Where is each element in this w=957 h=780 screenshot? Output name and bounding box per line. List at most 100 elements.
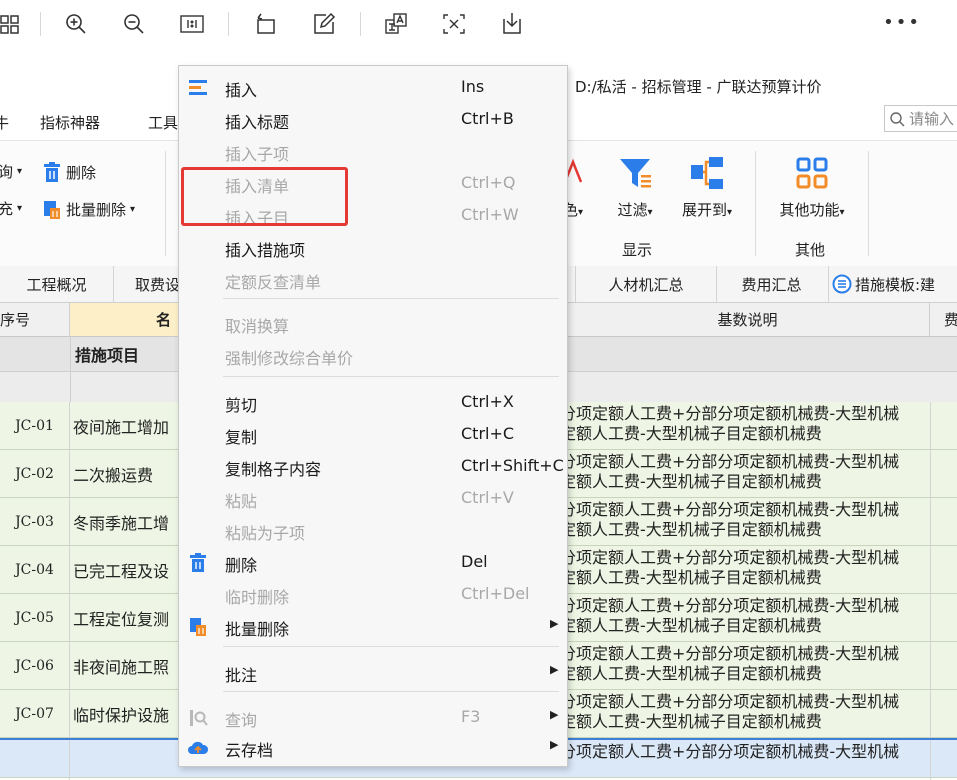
desc-line: 分项定额人工费+分部分项定额机械费-大型机械 [560, 548, 900, 567]
zoom-out-icon[interactable] [118, 8, 150, 40]
ribbon-divider [868, 151, 869, 256]
more-options-icon[interactable]: ••• [883, 12, 921, 33]
toolbar-divider [40, 12, 41, 36]
row-name: 工程定位复测 [73, 610, 170, 629]
query-button[interactable]: 询 ▾ [0, 161, 22, 182]
row-name: 非夜间施工照 [73, 658, 170, 677]
dropdown-arrow-icon: ▾ [647, 207, 653, 218]
screenshot-text-icon[interactable] [438, 8, 470, 40]
column-header-fee[interactable]: 费 [930, 303, 957, 336]
submenu-arrow-icon: ▶ [550, 663, 559, 676]
menu-label: 批量删除 [225, 620, 290, 639]
row-fee-cell [930, 642, 957, 690]
tab-label: 人材机汇总 [608, 275, 684, 294]
menu-label: 插入标题 [225, 113, 290, 132]
grid-view-icon[interactable] [0, 8, 26, 40]
menu-shortcut: Ctrl+Q [461, 173, 516, 192]
dropdown-arrow-icon: ▾ [17, 166, 23, 177]
actual-size-icon[interactable] [176, 8, 208, 40]
row-name: 已完工程及设 [73, 562, 170, 581]
toolbar-divider [360, 12, 361, 36]
tab-cost-summary[interactable]: 费用汇总 [715, 266, 829, 302]
desc-line: 定额人工费-大型机械子目定额机械费 [560, 712, 822, 731]
menu-item-insert-measure[interactable]: 插入措施项 [179, 231, 567, 263]
menu-item-paste[interactable]: 粘贴 Ctrl+V [179, 482, 567, 514]
batch-delete-button[interactable]: 批量删除 ▾ [42, 198, 135, 220]
row-name: 二次搬运费 [73, 466, 154, 485]
edit-icon[interactable] [308, 8, 340, 40]
fill-label: 充 [0, 200, 14, 218]
expand-to-button[interactable]: 展开到▾ [672, 155, 742, 220]
menu-item-paste-as-child[interactable]: 粘贴为子项 [179, 514, 567, 546]
zoom-in-icon[interactable] [60, 8, 92, 40]
menu-label: 临时删除 [225, 588, 290, 607]
menu-item-force-unit-price[interactable]: 强制修改综合单价 [179, 339, 567, 371]
menu-item-insert-subitem[interactable]: 插入子项 [179, 135, 567, 167]
tab-labor-material-summary[interactable]: 人材机汇总 [575, 266, 717, 302]
menu-item-insert-title[interactable]: 插入标题 Ctrl+B [179, 103, 567, 135]
desc-line: 分项定额人工费+分部分项定额机械费-大型机械 [560, 500, 900, 519]
measure-template-selector[interactable]: 措施模板:建 [828, 266, 957, 302]
row-name: 冬雨季施工增 [73, 514, 170, 533]
tab-project-overview[interactable]: 工程概况 [0, 266, 114, 302]
menu-label: 复制格子内容 [225, 460, 322, 479]
menu-item-temp-delete[interactable]: 临时删除 Ctrl+Del [179, 578, 567, 610]
other-functions-button[interactable]: 其他功能▾ [768, 155, 856, 220]
column-header-seq[interactable]: 序号 [0, 303, 70, 336]
dropdown-arrow-icon: ▾ [577, 207, 584, 218]
column-header-base-desc[interactable]: 基数说明 [566, 303, 930, 336]
row-code [0, 740, 70, 780]
context-menu: 插入 Ins 插入标题 Ctrl+B 插入子项 插入清单 Ctrl+Q 插入子目… [178, 65, 568, 767]
section-title: 措施项目 [70, 337, 139, 371]
menu-item-copy-cell[interactable]: 复制格子内容 Ctrl+Shift+C [179, 450, 567, 482]
ribbon-divider [755, 151, 756, 256]
row-code: JC-01 [0, 402, 70, 450]
search-input[interactable]: 请输入 [884, 105, 957, 132]
menu-item-query[interactable]: 查询 F3 ▶ [179, 701, 567, 733]
other-functions-label: 其他功能 [779, 201, 840, 219]
download-icon[interactable] [496, 8, 528, 40]
search-placeholder: 请输入 [909, 110, 955, 128]
column-header-name[interactable]: 名 [70, 303, 190, 336]
delete-button[interactable]: 删除 [42, 161, 96, 183]
menu-item-insert[interactable]: 插入 Ins [179, 71, 567, 103]
dropdown-arrow-icon: ▾ [17, 203, 23, 214]
dropdown-arrow-icon: ▾ [839, 207, 845, 218]
menu-item-quota-reverse-lookup[interactable]: 定额反查清单 [179, 263, 567, 295]
filter-button[interactable]: 过滤▾ [600, 155, 670, 220]
menu-item-batch-delete[interactable]: 批量删除 ▶ [179, 610, 567, 642]
tab-fee-settings[interactable]: 取费设 [113, 266, 183, 302]
menu-item-copy[interactable]: 复制 Ctrl+C [179, 418, 567, 450]
batch-delete-icon [44, 201, 60, 219]
rotate-icon[interactable] [250, 8, 282, 40]
row-base-desc: 分项定额人工费+分部分项定额机械费-大型机械 定额人工费-大型机械子目定额机械费 [560, 644, 930, 684]
row-base-desc: 分项定额人工费+分部分项定额机械费-大型机械 [560, 742, 930, 762]
row-code: JC-03 [0, 498, 70, 546]
desc-line: 分项定额人工费+分部分项定额机械费-大型机械 [560, 596, 900, 615]
desc-line: 定额人工费-大型机械子目定额机械费 [560, 520, 822, 539]
row-fee-cell [930, 402, 957, 450]
menu-shortcut: Ctrl+X [461, 392, 514, 411]
menu-label: 插入措施项 [225, 241, 306, 260]
menu-item-partial[interactable]: 牛 [0, 112, 9, 133]
menu-item-delete[interactable]: 删除 Del [179, 546, 567, 578]
row-fee-cell [930, 498, 957, 546]
menu-item-tools[interactable]: 工具 [148, 112, 178, 133]
menu-item-indicator-tool[interactable]: 指标神器 [40, 112, 100, 133]
desc-line: 定额人工费-大型机械子目定额机械费 [560, 472, 822, 491]
menu-item-comment[interactable]: 批注 ▶ [179, 656, 567, 688]
menu-item-cancel-conversion[interactable]: 取消换算 [179, 307, 567, 339]
group-label-other: 其他 [795, 241, 826, 259]
trash-icon [44, 162, 60, 182]
tab-label: 工程概况 [26, 275, 87, 294]
row-fee-cell [930, 546, 957, 594]
translate-icon[interactable] [380, 8, 412, 40]
row-fee-cell [930, 450, 957, 498]
desc-line: 分项定额人工费+分部分项定额机械费-大型机械 [560, 404, 900, 423]
menu-label: 复制 [225, 428, 258, 447]
trash-icon [187, 552, 209, 574]
menu-item-cut[interactable]: 剪切 Ctrl+X [179, 386, 567, 418]
fill-button[interactable]: 充 ▾ [0, 198, 22, 219]
row-base-desc: 分项定额人工费+分部分项定额机械费-大型机械 定额人工费-大型机械子目定额机械费 [560, 548, 930, 588]
menu-item-cloud-archive[interactable]: 云存档 ▶ [179, 731, 567, 763]
